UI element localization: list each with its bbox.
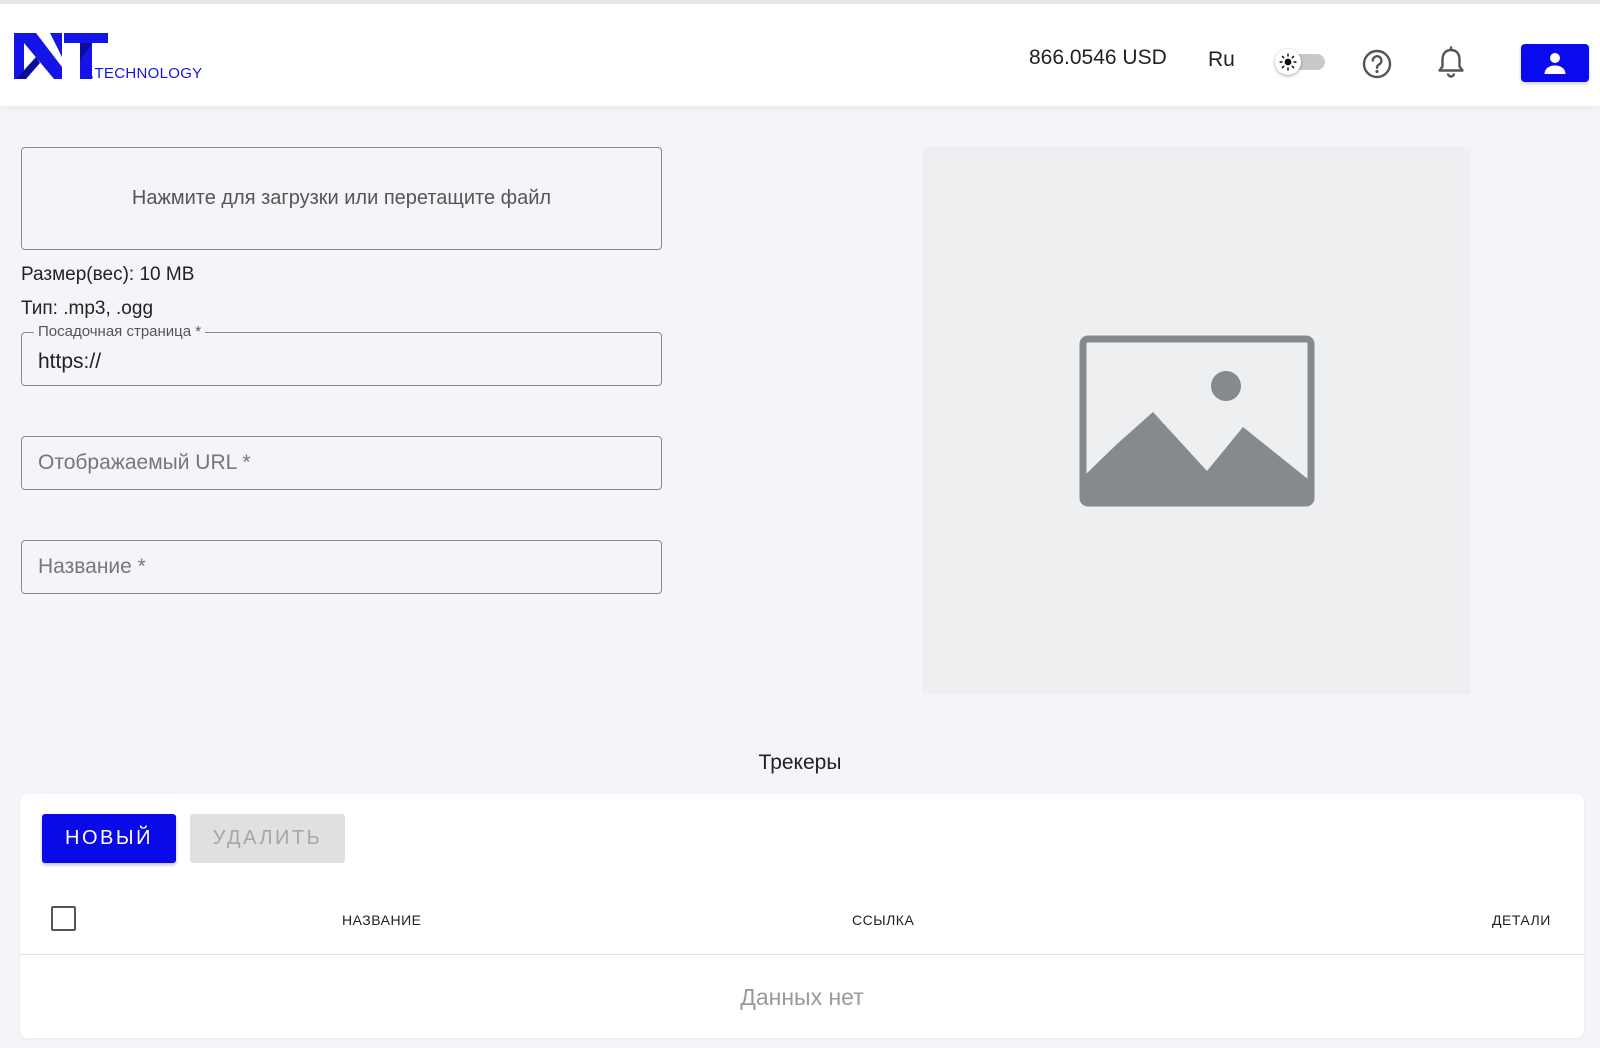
notifications-button[interactable] bbox=[1433, 45, 1469, 81]
user-icon bbox=[1544, 53, 1566, 74]
name-field bbox=[21, 540, 662, 594]
trackers-title: Трекеры bbox=[758, 751, 842, 774]
landing-page-input[interactable] bbox=[22, 333, 661, 385]
media-preview bbox=[923, 147, 1471, 694]
display-url-input[interactable] bbox=[22, 437, 661, 489]
column-header-details[interactable]: ДЕТАЛИ bbox=[1492, 912, 1551, 928]
toggle-knob bbox=[1275, 49, 1301, 75]
trackers-table: НОВЫЙ УДАЛИТЬ НАЗВАНИЕ ССЫЛКА ДЕТАЛИ Дан… bbox=[20, 794, 1584, 1038]
delete-tracker-button[interactable]: УДАЛИТЬ bbox=[190, 814, 345, 863]
logo[interactable]: .TECHNOLOGY bbox=[14, 31, 214, 83]
language-selector[interactable]: Ru bbox=[1208, 48, 1235, 72]
bell-icon bbox=[1438, 46, 1464, 78]
top-bar: .TECHNOLOGY 866.0546 USD Ru bbox=[0, 4, 1600, 106]
name-input[interactable] bbox=[22, 541, 661, 593]
select-all-checkbox[interactable] bbox=[51, 906, 76, 931]
landing-page-field: Посадочная страница * bbox=[21, 323, 662, 386]
upload-prompt: Нажмите для загрузки или перетащите файл bbox=[131, 187, 552, 209]
account-balance: 866.0546 USD bbox=[1029, 46, 1167, 69]
help-icon bbox=[1362, 49, 1392, 79]
theme-toggle[interactable] bbox=[1275, 49, 1327, 75]
file-size-info: Размер(вес): 10 MB bbox=[21, 264, 195, 285]
column-header-link[interactable]: ССЫЛКА bbox=[852, 912, 914, 928]
sun-icon bbox=[1279, 53, 1297, 71]
header-divider bbox=[20, 954, 1584, 955]
empty-state-text: Данных нет bbox=[740, 984, 864, 1010]
logo-text: .TECHNOLOGY bbox=[90, 65, 203, 82]
profile-button[interactable] bbox=[1521, 44, 1589, 82]
help-button[interactable] bbox=[1359, 46, 1395, 82]
column-header-name[interactable]: НАЗВАНИЕ bbox=[342, 912, 421, 928]
new-tracker-button[interactable]: НОВЫЙ bbox=[42, 814, 176, 863]
image-placeholder-icon bbox=[1079, 335, 1315, 506]
file-type-info: Тип: .mp3, .ogg bbox=[21, 298, 154, 319]
file-upload-dropzone[interactable]: Нажмите для загрузки или перетащите файл bbox=[21, 147, 662, 250]
display-url-field bbox=[21, 436, 662, 490]
